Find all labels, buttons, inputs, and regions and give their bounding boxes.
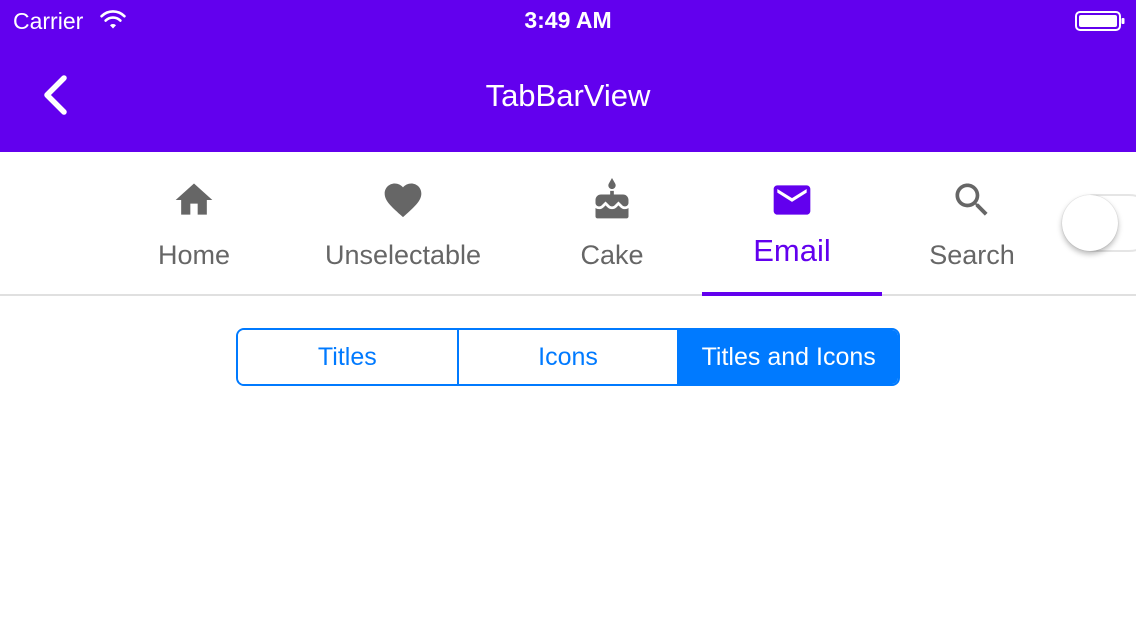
tab-bar: Home Unselectable Cake Email Search [0, 152, 1136, 296]
tab-home[interactable]: Home [114, 152, 274, 294]
tab-label: Home [157, 240, 231, 270]
tab-label: Email [753, 233, 831, 268]
tab-unselectable[interactable]: Unselectable [298, 152, 508, 294]
app-header: Carrier 3:49 AM TabBarView [0, 0, 1136, 152]
page-title: TabBarView [485, 78, 651, 113]
cake-icon [595, 178, 629, 219]
tab-email[interactable]: Email [702, 152, 882, 296]
battery-icon [1075, 11, 1125, 31]
tab-cake[interactable]: Cake [532, 152, 692, 294]
segment-titles[interactable]: Titles [238, 330, 457, 384]
tab-label: Search [929, 240, 1015, 270]
heart-icon [384, 183, 422, 218]
home-icon [175, 183, 213, 215]
toggle-switch-thumb[interactable] [1062, 195, 1118, 251]
tab-search[interactable]: Search [897, 152, 1047, 294]
segmented-control: Titles Icons Titles and Icons [236, 328, 900, 386]
navigation-bar: TabBarView [0, 40, 1136, 152]
status-time: 3:49 AM [524, 7, 612, 33]
segment-titles-and-icons[interactable]: Titles and Icons [677, 330, 898, 384]
search-icon [955, 183, 988, 216]
status-bar: Carrier 3:49 AM [0, 0, 1136, 40]
tab-label: Unselectable [324, 240, 482, 270]
tab-label: Cake [580, 240, 644, 270]
email-icon [773, 185, 811, 215]
segment-icons[interactable]: Icons [456, 330, 678, 384]
selected-tab-indicator [702, 292, 882, 296]
